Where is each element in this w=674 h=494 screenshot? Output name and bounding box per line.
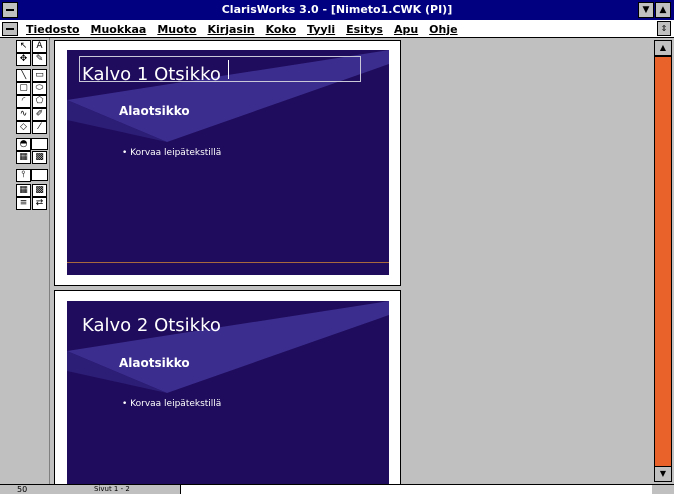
menu-muokkaa[interactable]: Muokkaa	[91, 23, 147, 36]
menu-esitys[interactable]: Esitys	[346, 23, 383, 36]
pen-color-tool[interactable]: ⫯	[16, 169, 31, 182]
title-bar: ClarisWorks 3.0 - [Nimeto1.CWK (PI)] ▼ ▲	[0, 0, 674, 20]
scrollbar-track[interactable]	[654, 56, 672, 468]
polygon-tool[interactable]: ⬠	[32, 95, 47, 108]
diamond-tool[interactable]: ◇	[16, 121, 31, 134]
fill-tool[interactable]: ◓	[16, 138, 31, 151]
arc-tool[interactable]: ◜	[16, 95, 31, 108]
pattern-icon: ▩	[35, 152, 44, 162]
tool-palette: ↖ A ✥ ✎ ╲ ▭ ▢ ⬭ ◜ ⬠ ∿ ✐ ◇ ⁄ ◓ ▦ ▩ ⫯ ▦ ▩ …	[0, 38, 50, 484]
hand-tool[interactable]: ✥	[16, 53, 31, 66]
fill-color-swatch[interactable]	[31, 138, 48, 150]
zoom-level[interactable]: 50	[17, 485, 27, 494]
menu-kirjasin[interactable]: Kirjasin	[208, 23, 255, 36]
pattern-icon: ▩	[35, 185, 44, 195]
minimize-button[interactable]: ▼	[638, 2, 654, 18]
fill-pattern-palette[interactable]: ▩	[32, 151, 47, 164]
color-grid-icon: ▦	[19, 185, 28, 195]
rectangle-icon: ▭	[35, 70, 44, 80]
document-area: Kalvo 1 Otsikko Alaotsikko • Korvaa leip…	[50, 38, 652, 485]
page-indicator: Sivut 1 - 2	[94, 485, 130, 493]
maximize-button[interactable]: ▲	[655, 2, 671, 18]
pen-color-palette[interactable]: ▦	[16, 184, 31, 197]
document-system-menu-button[interactable]	[2, 22, 18, 36]
slide-1-subtitle[interactable]: Alaotsikko	[119, 104, 190, 118]
menu-muoto[interactable]: Muoto	[157, 23, 196, 36]
restore-icon: ⇕	[660, 24, 668, 33]
triangle-down-icon: ▼	[642, 5, 650, 15]
pointer-tool[interactable]: ↖	[16, 40, 31, 53]
arrow-style-palette[interactable]: ⇄	[32, 197, 47, 210]
text-a-icon: A	[36, 41, 43, 51]
slide-1-bullet[interactable]: • Korvaa leipätekstillä	[122, 148, 221, 158]
line-width-palette[interactable]: ≡	[16, 197, 31, 210]
line-tool[interactable]: ╲	[16, 69, 31, 82]
scroll-up-button[interactable]: ▲	[654, 40, 672, 56]
status-bar: 50 Sivut 1 - 2	[0, 484, 674, 494]
slide-2-title[interactable]: Kalvo 2 Otsikko	[82, 315, 221, 336]
menu-bar: Tiedosto Muokkaa Muoto Kirjasin Koko Tyy…	[0, 20, 674, 38]
pen-nib-icon: ⫯	[21, 170, 26, 180]
eyedropper-icon: ⁄	[38, 122, 41, 132]
rounded-rectangle-icon: ▢	[19, 83, 28, 93]
window-title: ClarisWorks 3.0 - [Nimeto1.CWK (PI)]	[221, 3, 453, 16]
menu-koko[interactable]: Koko	[266, 23, 296, 36]
horizontal-scrollbar[interactable]	[180, 485, 652, 494]
slide-2-subtitle[interactable]: Alaotsikko	[119, 356, 190, 370]
color-grid-icon: ▦	[19, 152, 28, 162]
page-2: Kalvo 2 Otsikko Alaotsikko • Korvaa leip…	[54, 290, 401, 485]
vertical-scrollbar[interactable]: ▲ ▼	[652, 38, 674, 484]
oval-icon: ⬭	[35, 83, 44, 93]
slide-2[interactable]: Kalvo 2 Otsikko Alaotsikko • Korvaa leip…	[67, 301, 389, 485]
pen-icon: ✎	[35, 54, 44, 64]
bezier-tool[interactable]: ✐	[32, 108, 47, 121]
text-tool[interactable]: A	[32, 40, 47, 53]
slide-1-footer-line	[67, 262, 389, 263]
slide-1[interactable]: Kalvo 1 Otsikko Alaotsikko • Korvaa leip…	[67, 50, 389, 275]
menu-tiedosto[interactable]: Tiedosto	[26, 23, 80, 36]
menu-ohje[interactable]: Ohje	[429, 23, 457, 36]
line-icon: ╲	[20, 70, 27, 80]
menu-apu[interactable]: Apu	[394, 23, 418, 36]
fill-color-palette[interactable]: ▦	[16, 151, 31, 164]
paint-bucket-icon: ◓	[19, 139, 28, 149]
arc-icon: ◜	[21, 96, 26, 106]
rounded-rectangle-tool[interactable]: ▢	[16, 82, 31, 95]
arrow-down-icon: ▼	[659, 469, 667, 478]
text-cursor	[228, 60, 229, 79]
arrow-pointer-icon: ↖	[19, 41, 28, 51]
line-width-icon: ≡	[19, 198, 28, 208]
freehand-icon: ∿	[19, 109, 28, 119]
bezier-icon: ✐	[35, 109, 44, 119]
arrows-icon: ⇄	[35, 198, 44, 208]
pen-color-swatch[interactable]	[31, 169, 48, 181]
slide-1-title[interactable]: Kalvo 1 Otsikko	[82, 64, 221, 85]
menu-tyyli[interactable]: Tyyli	[307, 23, 335, 36]
restore-document-button[interactable]: ⇕	[657, 21, 671, 36]
oval-tool[interactable]: ⬭	[32, 82, 47, 95]
diamond-icon: ◇	[20, 122, 27, 132]
slide-2-bullet[interactable]: • Korvaa leipätekstillä	[122, 399, 221, 409]
scroll-down-button[interactable]: ▼	[654, 466, 672, 482]
eyedropper-tool[interactable]: ⁄	[32, 121, 47, 134]
triangle-up-icon: ▲	[659, 5, 667, 15]
polygon-icon: ⬠	[35, 96, 44, 106]
rectangle-tool[interactable]: ▭	[32, 69, 47, 82]
page-1: Kalvo 1 Otsikko Alaotsikko • Korvaa leip…	[54, 40, 401, 286]
freehand-tool[interactable]: ∿	[16, 108, 31, 121]
move-icon: ✥	[19, 54, 28, 64]
arrow-up-icon: ▲	[659, 43, 667, 52]
pen-tool[interactable]: ✎	[32, 53, 47, 66]
pen-pattern-palette[interactable]: ▩	[32, 184, 47, 197]
